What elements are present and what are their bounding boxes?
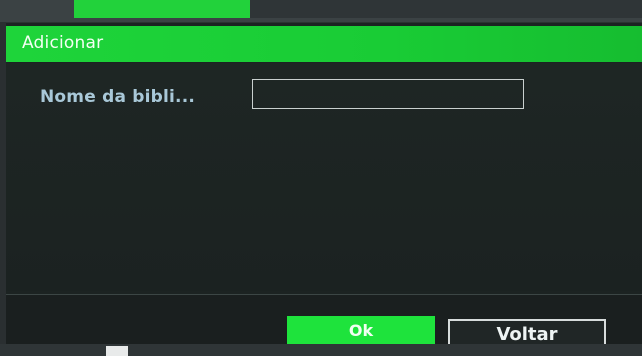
- background-tab-strip: [250, 0, 642, 18]
- library-name-input[interactable]: [252, 79, 524, 109]
- add-dialog: Adicionar Nome da bibli... Ok Voltar: [6, 22, 642, 349]
- dialog-title: Adicionar: [22, 33, 104, 53]
- background-bottom-tab: [106, 346, 128, 356]
- dialog-titlebar: Adicionar: [6, 26, 642, 62]
- back-button-label: Voltar: [496, 323, 558, 345]
- ok-button[interactable]: Ok: [287, 316, 435, 344]
- screen: Adicionar Nome da bibli... Ok Voltar: [0, 0, 642, 356]
- dialog-footer: Ok Voltar: [6, 295, 642, 349]
- background-active-tab: [74, 0, 250, 18]
- ok-button-label: Ok: [348, 320, 374, 340]
- library-name-label: Nome da bibli...: [40, 87, 196, 107]
- background-bottom-bar: [0, 344, 642, 356]
